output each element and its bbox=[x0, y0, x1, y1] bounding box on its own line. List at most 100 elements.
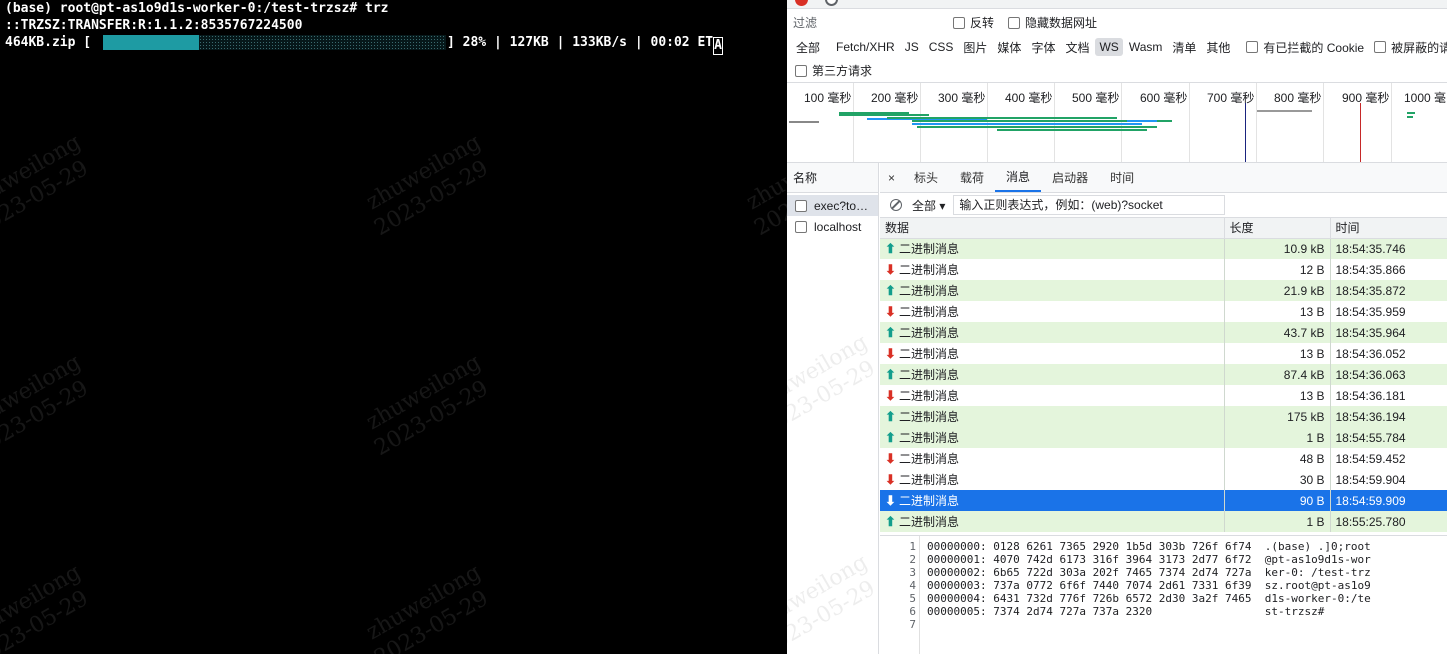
tab-2[interactable]: 消息 bbox=[995, 163, 1042, 192]
request-name: localhost bbox=[814, 219, 862, 234]
message-row[interactable]: ⬇ 二进制消息 12 B 18:54:35.866 bbox=[880, 259, 1447, 280]
third-party-checkbox[interactable]: 第三方请求 bbox=[795, 62, 872, 79]
message-label: 二进制消息 bbox=[899, 326, 960, 340]
message-row[interactable]: ⬇ 二进制消息 13 B 18:54:35.959 bbox=[880, 301, 1447, 322]
timeline-gridline bbox=[1323, 83, 1324, 162]
time-column-header[interactable]: 时间 bbox=[1330, 218, 1447, 239]
message-time: 18:54:35.959 bbox=[1330, 301, 1447, 322]
type-filter-4[interactable]: 图片 bbox=[959, 37, 991, 58]
hex-viewer[interactable]: 1 00000000: 0128 6261 7365 2920 1b5d 303b… bbox=[880, 535, 1447, 654]
message-data-cell: ⬆ 二进制消息 bbox=[880, 364, 1225, 385]
request-item[interactable]: localhost bbox=[787, 216, 878, 237]
clear-icon[interactable] bbox=[825, 0, 838, 6]
message-length: 13 B bbox=[1224, 385, 1331, 406]
watermark-text: zhuweilong bbox=[362, 129, 486, 216]
message-row[interactable]: ⬆ 二进制消息 175 kB 18:54:36.194 bbox=[880, 406, 1447, 427]
checkbox-icon[interactable] bbox=[795, 199, 807, 212]
watermark-text: 2023-05-29 bbox=[0, 375, 93, 462]
type-filter-6[interactable]: 字体 bbox=[1027, 37, 1059, 58]
detail-tabs: × 标头 载荷 消息 启动器 时间 bbox=[880, 163, 1447, 193]
invert-checkbox[interactable]: 反转 bbox=[953, 14, 994, 31]
tab-0[interactable]: 标头 bbox=[903, 163, 949, 192]
checkbox-icon[interactable] bbox=[795, 220, 807, 233]
transfer-progress-bar bbox=[103, 35, 446, 50]
type-filter-0[interactable]: 全部 bbox=[792, 37, 824, 58]
message-label: 二进制消息 bbox=[899, 410, 960, 424]
message-label: 二进制消息 bbox=[899, 389, 960, 403]
filter-bar: 反转 隐藏数据网址 bbox=[787, 9, 1447, 36]
watermark-text: 2023-05-29 bbox=[370, 155, 493, 242]
filter-input[interactable] bbox=[793, 12, 953, 33]
length-column-header[interactable]: 长度 bbox=[1224, 218, 1331, 239]
transfer-stats: ] 28% | 127KB | 133KB/s | 00:02 ET bbox=[447, 35, 714, 50]
timeline-request-bar bbox=[1012, 123, 1142, 125]
timeline-tick-label: 300 毫秒 bbox=[938, 91, 986, 105]
type-filter-9[interactable]: Wasm bbox=[1125, 38, 1167, 56]
message-length: 90 B bbox=[1224, 490, 1331, 511]
type-filter-11[interactable]: 其他 bbox=[1202, 37, 1234, 58]
message-row[interactable]: ⬆ 二进制消息 10.9 kB 18:54:35.746 bbox=[880, 238, 1447, 259]
blocked-requests-checkbox[interactable]: 被屏蔽的请 bbox=[1374, 39, 1447, 56]
type-filter-2[interactable]: JS bbox=[901, 38, 923, 56]
timeline-tick-label: 1000 毫 bbox=[1404, 91, 1447, 105]
tab-1[interactable]: 载荷 bbox=[949, 163, 995, 192]
type-filter-1[interactable]: Fetch/XHR bbox=[832, 38, 899, 56]
watermark-text: zhuweilong bbox=[0, 349, 86, 436]
tab-3[interactable]: 启动器 bbox=[1041, 163, 1099, 192]
close-icon[interactable]: × bbox=[880, 163, 903, 192]
timeline-request-bar bbox=[1407, 112, 1415, 114]
request-item[interactable]: exec?to… bbox=[787, 195, 878, 216]
timeline-overview[interactable]: 100 毫秒 200 毫秒 300 毫秒 400 毫秒 500 毫秒 600 毫秒 700 … bbox=[787, 83, 1447, 163]
terminal-pane[interactable]: (base) root@pt-as1o9d1s-worker-0:/test-t… bbox=[0, 0, 787, 654]
messages-table: 数据 长度 时间 ⬆ 二进制消息 10.9 kB 18:54:35.746 ⬇ 二进制消息… bbox=[880, 218, 1447, 532]
hex-line: 00000003: 737a 0772 6f6f 7440 7074 2d61 … bbox=[927, 579, 1371, 592]
message-regex-input[interactable] bbox=[953, 195, 1226, 215]
arrow-down-icon: ⬇ bbox=[885, 451, 896, 466]
timeline-request-bar bbox=[1127, 120, 1157, 122]
record-icon[interactable] bbox=[795, 0, 808, 6]
message-row[interactable]: ⬇ 二进制消息 30 B 18:54:59.904 bbox=[880, 469, 1447, 490]
message-type-select[interactable]: 全部 ▾ bbox=[912, 197, 945, 214]
hex-line: 00000001: 4070 742d 6173 316f 3964 3173 … bbox=[927, 553, 1371, 566]
hex-line: 00000004: 6431 732d 776f 726b 6572 2d30 … bbox=[927, 592, 1371, 605]
message-row[interactable]: ⬇ 二进制消息 90 B 18:54:59.909 bbox=[880, 490, 1447, 511]
message-label: 二进制消息 bbox=[899, 263, 960, 277]
message-time: 18:54:55.784 bbox=[1330, 427, 1447, 448]
message-row[interactable]: ⬇ 二进制消息 48 B 18:54:59.452 bbox=[880, 448, 1447, 469]
tab-4[interactable]: 时间 bbox=[1099, 163, 1145, 192]
watermark-text: 2023-05-29 bbox=[370, 375, 493, 462]
message-row[interactable]: ⬆ 二进制消息 21.9 kB 18:54:35.872 bbox=[880, 280, 1447, 301]
devtools-network-panel: 反转 隐藏数据网址 全部 Fetch/XHRJSCSS图片媒体字体文档WSWasm… bbox=[787, 0, 1447, 654]
request-name: exec?to… bbox=[814, 198, 869, 213]
arrow-down-icon: ⬇ bbox=[885, 493, 896, 508]
message-row[interactable]: ⬆ 二进制消息 87.4 kB 18:54:36.063 bbox=[880, 364, 1447, 385]
message-row[interactable]: ⬇ 二进制消息 13 B 18:54:36.181 bbox=[880, 385, 1447, 406]
arrow-up-icon: ⬆ bbox=[885, 409, 896, 424]
message-row[interactable]: ⬇ 二进制消息 13 B 18:54:36.052 bbox=[880, 343, 1447, 364]
timeline-request-bar bbox=[789, 121, 819, 123]
type-filter-5[interactable]: 媒体 bbox=[993, 37, 1025, 58]
message-data-cell: ⬆ 二进制消息 bbox=[880, 511, 1225, 532]
message-row[interactable]: ⬆ 二进制消息 1 B 18:54:55.784 bbox=[880, 427, 1447, 448]
type-filter-8[interactable]: WS bbox=[1095, 38, 1123, 56]
clear-messages-icon[interactable] bbox=[890, 199, 902, 211]
blocked-cookies-checkbox[interactable]: 有已拦截的 Cookie bbox=[1246, 39, 1364, 56]
transfer-progress-fill bbox=[103, 35, 200, 50]
arrow-down-icon: ⬇ bbox=[885, 388, 896, 403]
message-row[interactable]: ⬆ 二进制消息 43.7 kB 18:54:35.964 bbox=[880, 322, 1447, 343]
hex-line-number: 7 bbox=[909, 618, 916, 631]
watermark-text: 2023-05-29 bbox=[370, 585, 493, 654]
timeline-event-marker bbox=[1360, 103, 1361, 162]
type-filter-7[interactable]: 文档 bbox=[1061, 37, 1093, 58]
message-row[interactable]: ⬆ 二进制消息 1 B 18:55:25.780 bbox=[880, 511, 1447, 532]
timeline-tick-label: 600 毫秒 bbox=[1140, 91, 1188, 105]
name-column-header[interactable]: 名称 bbox=[787, 163, 878, 193]
watermark-text: 2023-05-29 bbox=[750, 155, 787, 242]
type-filter-3[interactable]: CSS bbox=[925, 38, 958, 56]
hide-data-urls-checkbox[interactable]: 隐藏数据网址 bbox=[1008, 14, 1097, 31]
arrow-up-icon: ⬆ bbox=[885, 430, 896, 445]
data-column-header[interactable]: 数据 bbox=[880, 218, 1225, 239]
type-filter-10[interactable]: 清单 bbox=[1168, 37, 1200, 58]
message-time: 18:54:36.181 bbox=[1330, 385, 1447, 406]
message-time: 18:54:35.746 bbox=[1330, 238, 1447, 259]
